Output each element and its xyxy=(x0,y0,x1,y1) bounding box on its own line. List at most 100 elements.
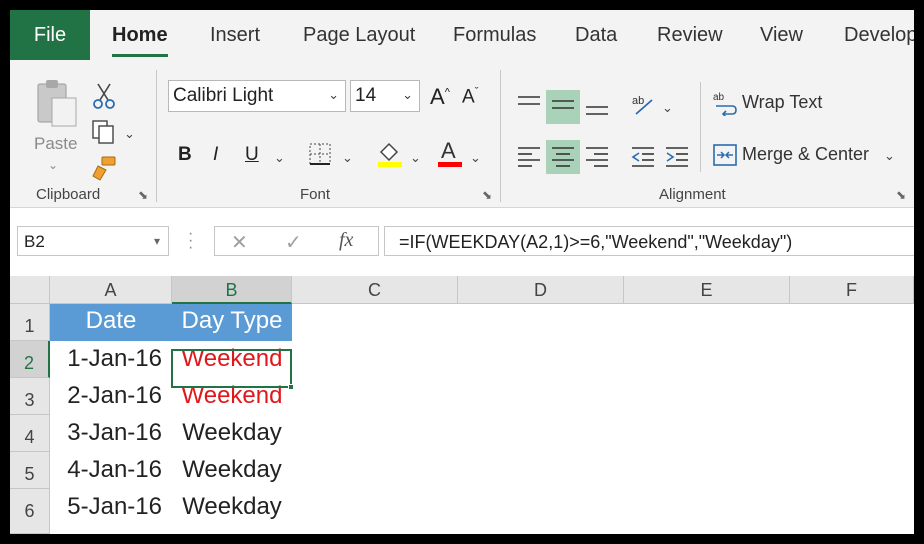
fill-color-icon[interactable] xyxy=(376,140,404,168)
ribbon-tabs: File Home Insert Page Layout Formulas Da… xyxy=(10,10,914,60)
paste-button[interactable]: Paste ⌄ xyxy=(26,70,86,172)
dialog-launcher-icon[interactable]: ⬊ xyxy=(482,188,492,202)
copy-icon[interactable] xyxy=(90,118,116,146)
clipboard-group-label: Clipboard xyxy=(36,186,101,203)
merge-center-label: Merge & Center xyxy=(742,144,870,164)
row-header-3[interactable]: 3 xyxy=(10,378,50,415)
underline-button[interactable]: U xyxy=(245,144,259,166)
cell-a1[interactable]: Date xyxy=(50,304,172,341)
cell-b5[interactable]: Weekday xyxy=(172,453,292,490)
font-group-label: Font xyxy=(300,186,331,203)
decrease-font-size-icon[interactable]: Aˇ xyxy=(462,86,478,108)
chevron-down-icon[interactable]: ⌄ xyxy=(274,150,285,166)
row-header-6[interactable]: 6 xyxy=(10,489,50,534)
increase-indent-icon[interactable] xyxy=(664,144,690,168)
borders-icon[interactable] xyxy=(308,142,332,166)
bottom-align-icon[interactable] xyxy=(584,94,610,118)
cell-b1[interactable]: Day Type xyxy=(172,304,292,341)
chevron-down-icon[interactable]: ⌄ xyxy=(410,150,421,166)
cell-a4[interactable]: 3-Jan-16 xyxy=(50,416,172,453)
row-header-2[interactable]: 2 xyxy=(10,341,50,378)
insert-function-button[interactable]: fx xyxy=(339,229,353,252)
enter-icon[interactable]: ✓ xyxy=(285,230,302,255)
active-tab-underline xyxy=(112,54,168,57)
chevron-down-icon: ⌄ xyxy=(884,148,895,163)
formula-input[interactable]: =IF(WEEKDAY(A2,1)>=6,"Weekend","Weekday"… xyxy=(384,226,914,256)
align-left-icon[interactable] xyxy=(516,144,542,168)
align-right-icon[interactable] xyxy=(584,144,610,168)
wrap-text-button[interactable]: ab Wrap Text xyxy=(712,88,862,118)
font-color-letter: A xyxy=(441,138,456,163)
cell-a5[interactable]: 4-Jan-16 xyxy=(50,453,172,490)
name-box[interactable]: B2 ▾ xyxy=(17,226,169,256)
row-header-1[interactable]: 1 xyxy=(10,304,50,341)
increase-font-size-icon[interactable]: A^ xyxy=(430,84,450,110)
cell-b4[interactable]: Weekday xyxy=(172,416,292,453)
cell-a2[interactable]: 1-Jan-16 xyxy=(50,342,172,379)
chevron-down-icon[interactable]: ⌄ xyxy=(342,150,353,166)
align-center-icon[interactable] xyxy=(550,144,576,168)
merge-center-icon xyxy=(713,144,737,166)
tab-formulas[interactable]: Formulas xyxy=(453,24,536,47)
fill-handle[interactable] xyxy=(288,384,294,390)
format-painter-icon[interactable] xyxy=(90,154,118,182)
alignment-group-label: Alignment xyxy=(659,186,726,203)
tab-insert[interactable]: Insert xyxy=(210,24,260,47)
column-header-d[interactable]: D xyxy=(458,276,624,304)
dialog-launcher-icon[interactable]: ⬊ xyxy=(138,188,148,202)
dialog-launcher-icon[interactable]: ⬊ xyxy=(896,188,906,202)
chevron-down-icon[interactable]: ⌄ xyxy=(124,126,135,142)
paste-icon xyxy=(37,80,77,127)
formula-bar: B2 ▾ · · · ✕ ✓ fx =IF(WEEKDAY(A2,1)>=6,"We… xyxy=(10,208,914,270)
top-align-icon[interactable] xyxy=(516,94,542,118)
cut-icon[interactable] xyxy=(92,82,116,110)
bold-button[interactable]: B xyxy=(178,144,192,166)
font-size-value: 14 xyxy=(355,85,377,106)
active-cell-border xyxy=(171,349,292,388)
column-header-b[interactable]: B xyxy=(172,276,292,304)
tab-page-layout[interactable]: Page Layout xyxy=(303,24,415,47)
wrap-text-label: Wrap Text xyxy=(742,92,823,112)
column-header-c[interactable]: C xyxy=(292,276,458,304)
tab-review[interactable]: Review xyxy=(657,24,723,47)
orientation-icon[interactable]: ab xyxy=(630,92,656,118)
row-header-4[interactable]: 4 xyxy=(10,415,50,452)
decrease-indent-icon[interactable] xyxy=(630,144,656,168)
tab-data[interactable]: Data xyxy=(575,24,617,47)
chevron-down-icon[interactable]: ⌄ xyxy=(470,150,481,166)
tab-view[interactable]: View xyxy=(760,24,803,47)
excel-window: File Home Insert Page Layout Formulas Da… xyxy=(10,10,914,534)
tab-file[interactable]: File xyxy=(10,10,90,60)
chevron-down-icon: ⌄ xyxy=(48,158,59,172)
formula-buttons: ✕ ✓ fx xyxy=(214,226,379,256)
cell-a6[interactable]: 5-Jan-16 xyxy=(50,490,172,527)
font-name-select[interactable]: Calibri Light ⌄ xyxy=(168,80,346,112)
svg-text:ab: ab xyxy=(632,95,644,107)
row-header-5[interactable]: 5 xyxy=(10,452,50,489)
column-header-f[interactable]: F xyxy=(790,276,914,304)
group-separator xyxy=(156,70,157,202)
chevron-down-icon: ▾ xyxy=(153,234,160,248)
group-separator xyxy=(700,82,701,172)
tab-developer[interactable]: Develop xyxy=(844,24,914,47)
cell-a3[interactable]: 2-Jan-16 xyxy=(50,379,172,416)
chevron-down-icon: ⌄ xyxy=(328,87,339,102)
cancel-icon[interactable]: ✕ xyxy=(231,230,248,255)
column-header-e[interactable]: E xyxy=(624,276,790,304)
font-size-select[interactable]: 14 ⌄ xyxy=(350,80,420,112)
svg-text:ab: ab xyxy=(713,92,725,103)
select-all-corner[interactable] xyxy=(10,276,50,304)
more-icon[interactable]: · · · xyxy=(188,226,193,256)
column-header-a[interactable]: A xyxy=(50,276,172,304)
font-color-button[interactable]: A xyxy=(438,138,466,168)
name-box-value: B2 xyxy=(24,232,45,251)
tab-home[interactable]: Home xyxy=(112,24,168,47)
cell-b6[interactable]: Weekday xyxy=(172,490,292,527)
merge-center-button[interactable]: Merge & Center ⌄ xyxy=(712,140,902,170)
spreadsheet-grid: A B C D E F 1 2 3 4 5 6 Date Day Type 1-… xyxy=(10,276,914,534)
chevron-down-icon: ⌄ xyxy=(402,87,413,102)
italic-button[interactable]: I xyxy=(213,144,218,166)
middle-align-icon[interactable] xyxy=(550,94,576,118)
font-color-swatch xyxy=(438,162,462,167)
chevron-down-icon[interactable]: ⌄ xyxy=(662,100,673,116)
